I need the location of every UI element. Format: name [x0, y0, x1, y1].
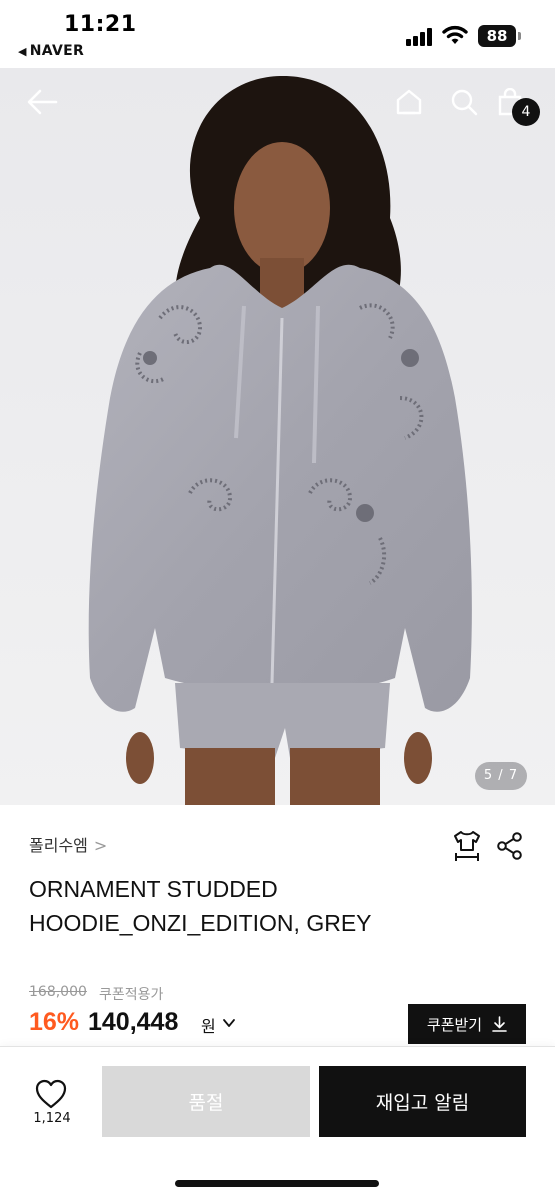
- chevron-right-icon: >: [93, 836, 108, 855]
- brand-name: 폴리수엠: [29, 836, 88, 855]
- sale-price: 140,448: [88, 1008, 179, 1036]
- cart-count-badge: 4: [512, 98, 540, 126]
- home-icon[interactable]: [395, 88, 423, 116]
- restock-alert-button[interactable]: 재입고 알림: [319, 1066, 526, 1137]
- coupon-price-note: 쿠폰적용가: [99, 987, 164, 1003]
- share-icon[interactable]: [496, 832, 524, 860]
- back-app-label: NAVER: [29, 43, 85, 59]
- product-image-gallery[interactable]: 4 5 / 7: [0, 68, 555, 805]
- back-to-app-link[interactable]: ◀ NAVER: [18, 43, 84, 59]
- price-detail-chevron-icon[interactable]: [222, 1016, 236, 1030]
- currency-label: 원: [201, 1017, 216, 1036]
- image-counter: 5 / 7: [475, 762, 527, 790]
- battery-tip: [518, 32, 521, 40]
- back-arrow-icon[interactable]: [26, 88, 58, 116]
- brand-link[interactable]: 폴리수엠 >: [29, 832, 107, 856]
- size-guide-icon[interactable]: [452, 830, 482, 862]
- status-time: 11:21: [64, 12, 137, 37]
- back-triangle-icon: ◀: [18, 45, 27, 58]
- like-count: 1,124: [33, 1111, 71, 1126]
- sold-out-button[interactable]: 품절: [102, 1066, 310, 1137]
- cellular-signal-icon: [406, 28, 434, 46]
- original-price: 168,000: [29, 984, 87, 1000]
- product-title: ORNAMENT STUDDED HOODIE_ONZI_EDITION, GR…: [29, 876, 372, 936]
- discount-rate: 16%: [29, 1008, 80, 1036]
- wifi-icon: [442, 25, 468, 44]
- search-icon[interactable]: [450, 88, 478, 116]
- get-coupon-button[interactable]: 쿠폰받기: [408, 1004, 526, 1044]
- coupon-button-label: 쿠폰받기: [426, 1015, 483, 1034]
- download-icon: [492, 1016, 507, 1032]
- home-indicator[interactable]: [175, 1180, 379, 1187]
- product-photo: [0, 68, 555, 805]
- status-bar: 11:21 ◀ NAVER 88: [0, 0, 555, 68]
- battery-icon: 88: [478, 25, 516, 47]
- heart-icon[interactable]: [34, 1078, 68, 1110]
